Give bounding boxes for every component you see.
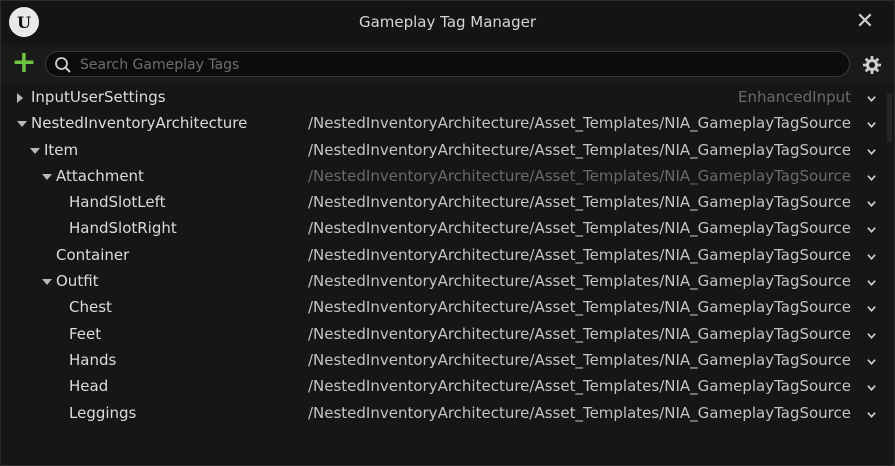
tag-source: /NestedInventoryArchitecture/Asset_Templ… bbox=[307, 377, 851, 396]
tag-label: Container bbox=[56, 245, 130, 264]
chevron-down-icon[interactable] bbox=[867, 304, 876, 313]
tag-source: /NestedInventoryArchitecture/Asset_Templ… bbox=[307, 272, 851, 291]
chevron-down-icon[interactable] bbox=[867, 357, 876, 366]
tag-label: Leggings bbox=[69, 403, 137, 422]
tag-row[interactable]: Chest/NestedInventoryArchitecture/Asset_… bbox=[1, 295, 894, 321]
chevron-down-icon[interactable] bbox=[867, 383, 876, 392]
tag-label: Feet bbox=[69, 324, 102, 343]
tag-source: /NestedInventoryArchitecture/Asset_Templ… bbox=[307, 166, 851, 185]
search-input[interactable] bbox=[78, 54, 842, 76]
tag-row[interactable]: Attachment/NestedInventoryArchitecture/A… bbox=[1, 164, 894, 190]
settings-gear-icon[interactable] bbox=[862, 55, 882, 75]
tag-label: InputUserSettings bbox=[31, 88, 166, 106]
chevron-down-icon[interactable] bbox=[867, 199, 876, 208]
tag-source: /NestedInventoryArchitecture/Asset_Templ… bbox=[307, 245, 851, 264]
tag-source: /NestedInventoryArchitecture/Asset_Templ… bbox=[307, 350, 851, 369]
window-title: Gameplay Tag Manager bbox=[358, 13, 537, 31]
chevron-down-icon[interactable] bbox=[867, 225, 876, 234]
chevron-down-icon[interactable] bbox=[867, 173, 876, 182]
tag-row[interactable]: Hands/NestedInventoryArchitecture/Asset_… bbox=[1, 348, 894, 374]
tag-source: /NestedInventoryArchitecture/Asset_Templ… bbox=[307, 298, 851, 317]
tag-source: /NestedInventoryArchitecture/Asset_Templ… bbox=[307, 219, 851, 238]
expanded-arrow-icon[interactable] bbox=[30, 147, 40, 154]
chevron-down-icon[interactable] bbox=[867, 120, 876, 129]
chevron-down-icon[interactable] bbox=[867, 94, 876, 103]
tag-row[interactable]: Feet/NestedInventoryArchitecture/Asset_T… bbox=[1, 322, 894, 348]
tag-label: NestedInventoryArchitecture bbox=[31, 114, 248, 133]
tag-source: /NestedInventoryArchitecture/Asset_Templ… bbox=[307, 193, 851, 212]
tag-label: Head bbox=[69, 377, 109, 396]
tag-tree: InputUserSettings EnhancedInput NestedInve… bbox=[1, 85, 894, 427]
close-icon[interactable]: ✕ bbox=[852, 9, 878, 35]
tag-row[interactable]: Outfit/NestedInventoryArchitecture/Asset… bbox=[1, 269, 894, 295]
title-bar[interactable]: U Gameplay Tag Manager ✕ bbox=[1, 1, 894, 45]
search-box[interactable] bbox=[45, 51, 850, 77]
expanded-arrow-icon[interactable] bbox=[42, 279, 52, 286]
scrollbar[interactable] bbox=[887, 93, 892, 143]
tag-label: Outfit bbox=[56, 272, 99, 291]
add-tag-button[interactable]: + bbox=[11, 48, 37, 78]
tag-row[interactable]: HandSlotLeft/NestedInventoryArchitecture… bbox=[1, 190, 894, 216]
tag-source: /NestedInventoryArchitecture/Asset_Templ… bbox=[307, 403, 851, 422]
tag-label: Item bbox=[44, 140, 79, 159]
tag-row[interactable]: Item/NestedInventoryArchitecture/Asset_T… bbox=[1, 138, 894, 164]
tag-row[interactable]: Head/NestedInventoryArchitecture/Asset_T… bbox=[1, 374, 894, 400]
tag-label: Chest bbox=[69, 298, 112, 317]
expanded-arrow-icon[interactable] bbox=[42, 173, 52, 180]
gameplay-tag-manager-window: U Gameplay Tag Manager ✕ + Search Gamepl… bbox=[0, 0, 895, 466]
tag-row[interactable]: InputUserSettings EnhancedInput bbox=[1, 85, 894, 111]
chevron-down-icon[interactable] bbox=[867, 331, 876, 340]
tag-label: Attachment bbox=[56, 166, 144, 185]
chevron-down-icon[interactable] bbox=[867, 410, 876, 419]
tag-row[interactable]: NestedInventoryArchitecture/NestedInvent… bbox=[1, 111, 894, 137]
tag-source: /NestedInventoryArchitecture/Asset_Templ… bbox=[307, 114, 851, 133]
tag-row[interactable]: HandSlotRight/NestedInventoryArchitectur… bbox=[1, 216, 894, 242]
tag-label: Hands bbox=[69, 350, 117, 369]
tag-row[interactable]: Container/NestedInventoryArchitecture/As… bbox=[1, 243, 894, 269]
tag-source: EnhancedInput bbox=[737, 88, 851, 106]
tag-source: /NestedInventoryArchitecture/Asset_Templ… bbox=[307, 140, 851, 159]
tag-label: HandSlotLeft bbox=[69, 193, 166, 212]
chevron-down-icon[interactable] bbox=[867, 278, 876, 287]
search-icon bbox=[55, 57, 71, 73]
tag-row[interactable]: Leggings/NestedInventoryArchitecture/Ass… bbox=[1, 401, 894, 427]
tag-source: /NestedInventoryArchitecture/Asset_Templ… bbox=[307, 324, 851, 343]
tag-label: HandSlotRight bbox=[69, 219, 177, 238]
collapsed-arrow-icon[interactable] bbox=[17, 93, 23, 103]
toolbar: + bbox=[1, 45, 894, 85]
chevron-down-icon[interactable] bbox=[867, 252, 876, 261]
expanded-arrow-icon[interactable] bbox=[17, 121, 27, 128]
chevron-down-icon[interactable] bbox=[867, 147, 876, 156]
